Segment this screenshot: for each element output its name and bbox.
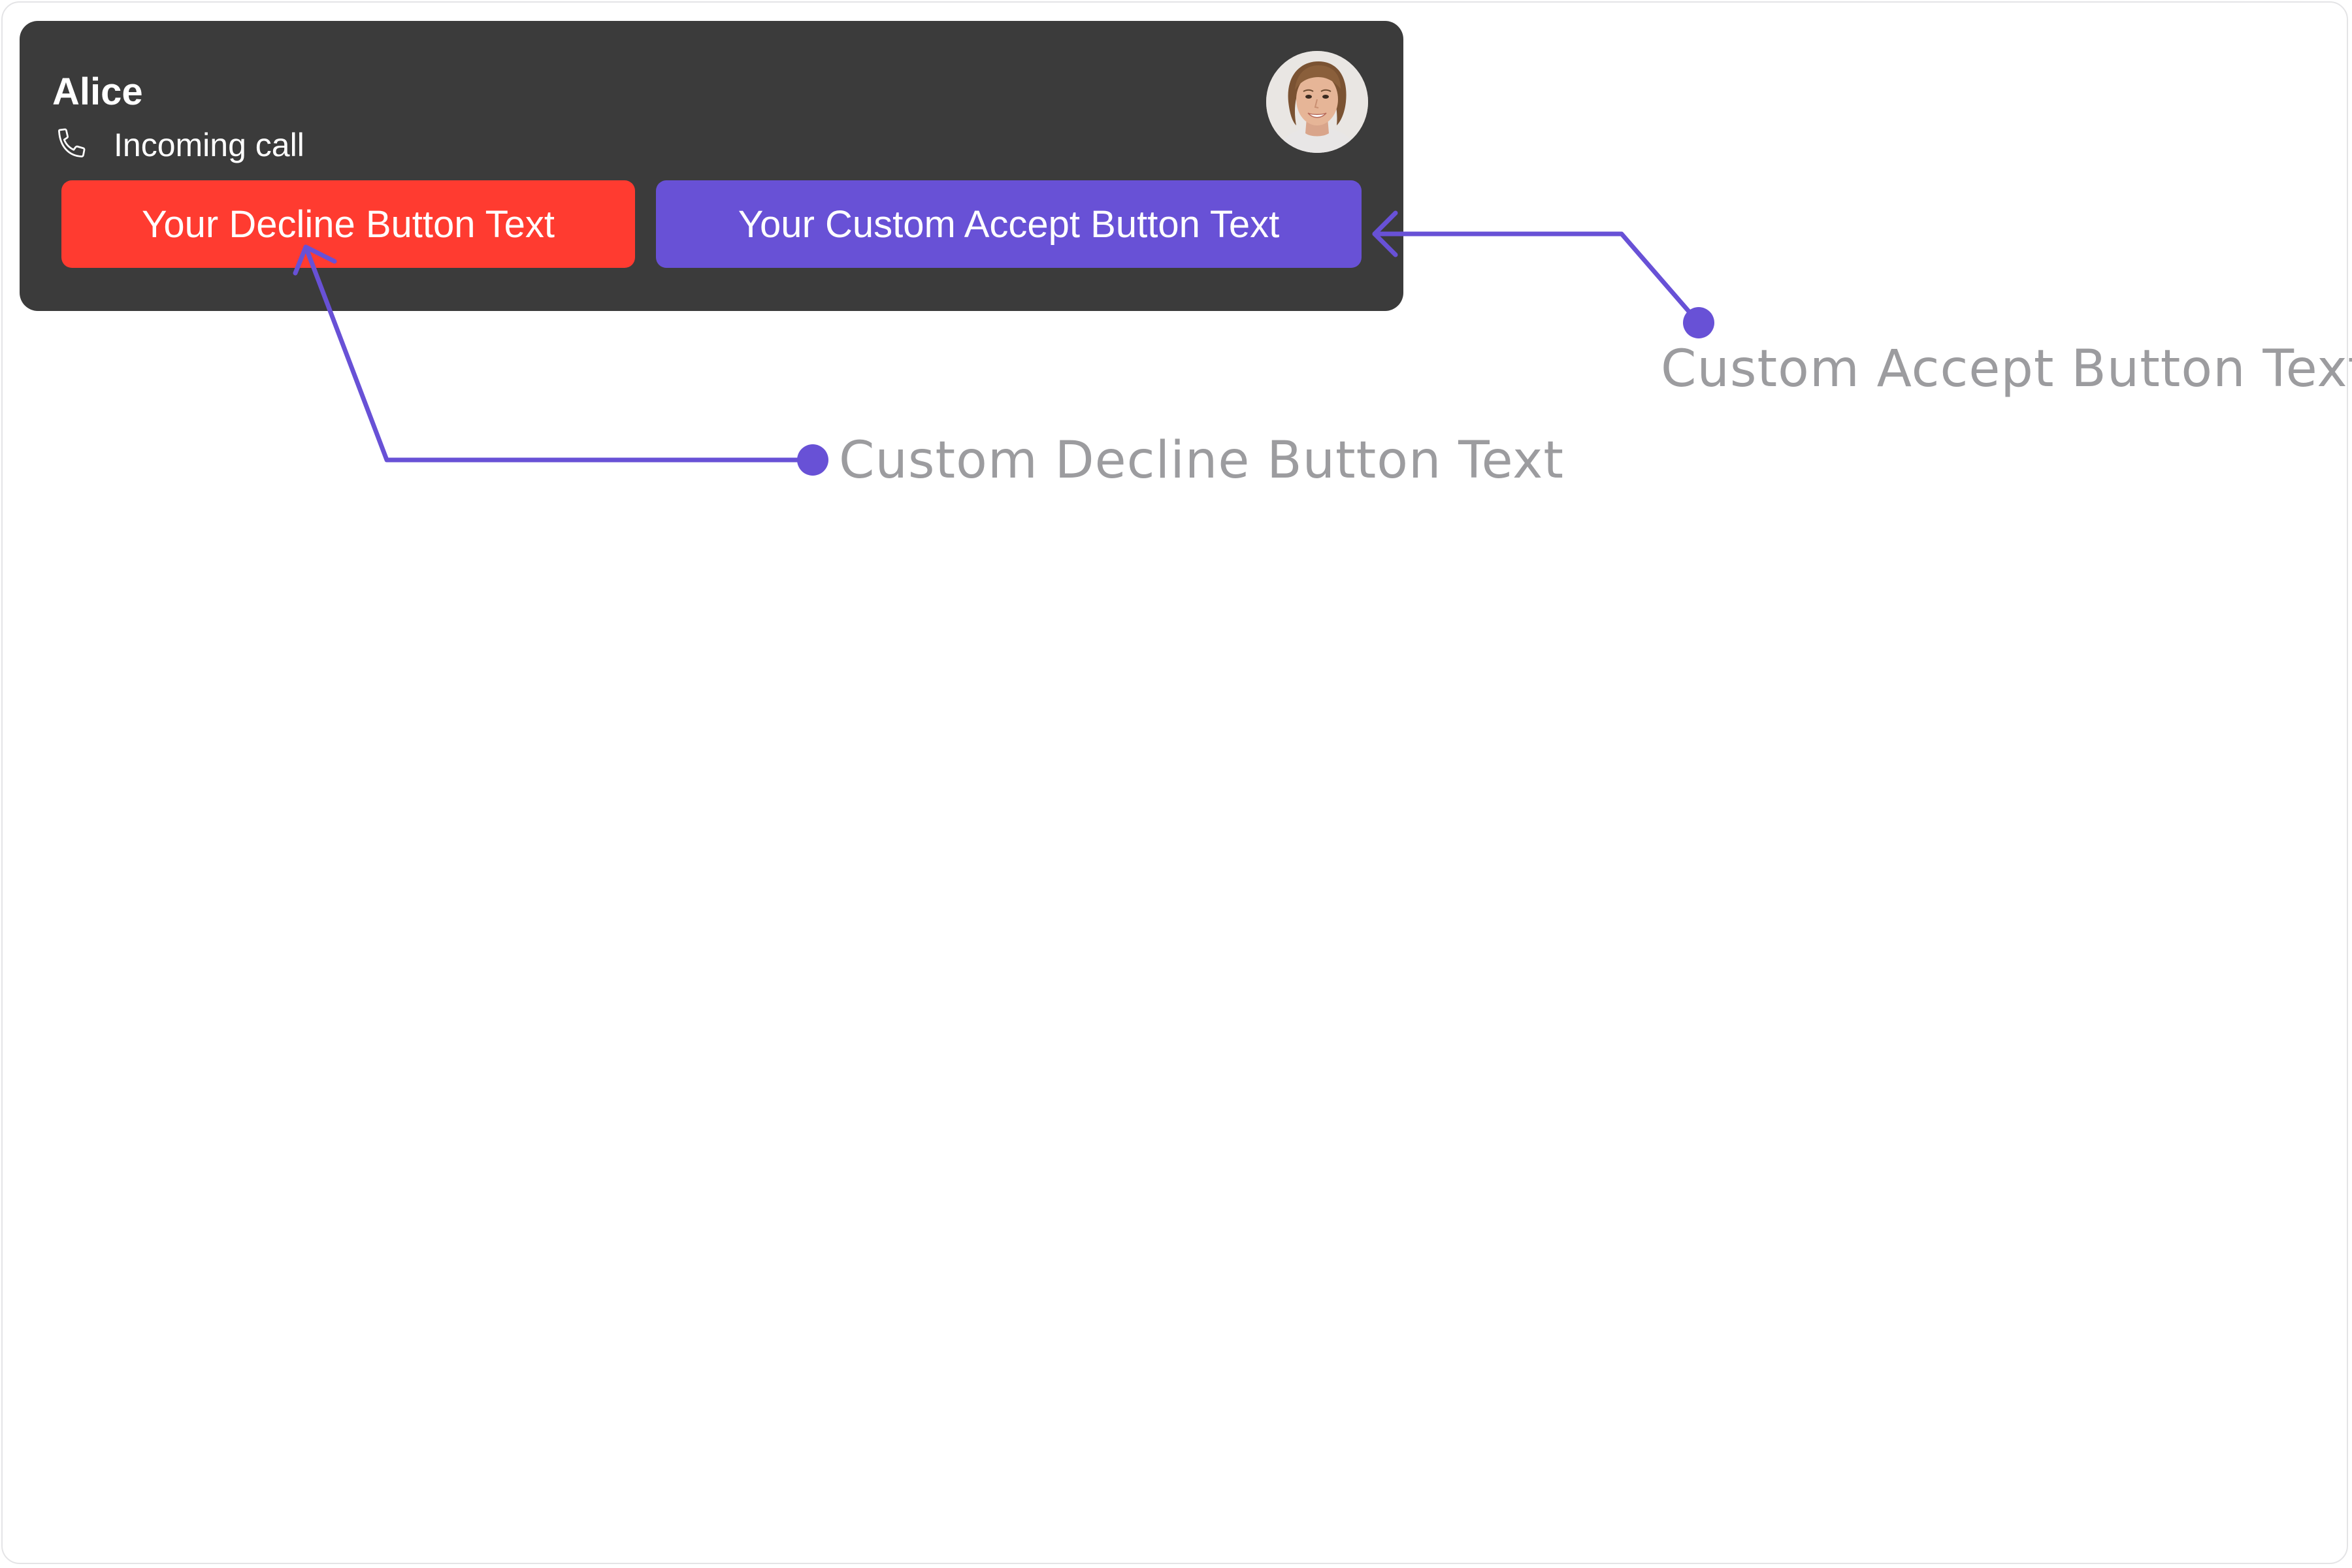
call-status: Incoming call bbox=[52, 125, 304, 165]
incoming-call-card: Alice Incoming call Your Decline Button … bbox=[20, 21, 1403, 311]
annotation-decline-label: Custom Decline Button Text bbox=[839, 431, 1564, 490]
call-status-text: Incoming call bbox=[114, 127, 304, 163]
canvas: Alice Incoming call Your Decline Button … bbox=[0, 0, 2352, 1568]
caller-name: Alice bbox=[52, 71, 143, 113]
decline-button[interactable]: Your Decline Button Text bbox=[61, 180, 635, 268]
avatar[interactable] bbox=[1266, 51, 1368, 153]
phone-icon bbox=[58, 128, 86, 157]
annotation-accept-label: Custom Accept Button Text bbox=[1661, 340, 2352, 399]
accept-button[interactable]: Your Custom Accept Button Text bbox=[656, 180, 1362, 268]
avatar-photo bbox=[1266, 51, 1368, 153]
